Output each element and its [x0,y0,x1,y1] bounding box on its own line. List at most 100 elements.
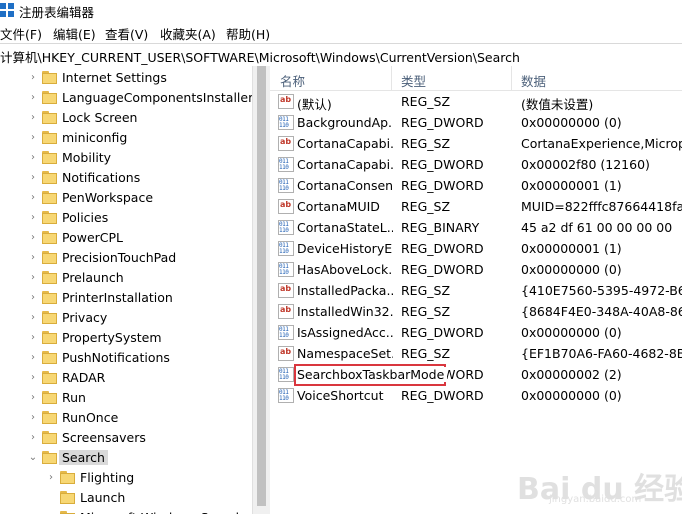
value-row[interactable]: 011 110 CortanaCapabi... REG_DWORD 0x00002f8… [270,154,682,175]
tree-item-label[interactable]: PrinterInstallation [62,290,173,305]
tree-item[interactable]: › Screensavers [0,428,252,448]
tree-item[interactable]: › Mobility [0,148,252,168]
tree-item-label[interactable]: Notifications [62,170,140,185]
chevron-down-icon[interactable]: ⌄ [28,452,38,464]
value-row[interactable]: 011 110 HasAboveLock... REG_DWORD 0x00000000… [270,259,682,280]
value-row[interactable]: ab (默认) REG_SZ (数值未设置) [270,91,682,112]
value-row[interactable]: 011110SearchboxTaskbarModeREG_DWORD0x000… [270,364,682,385]
tree-item-label[interactable]: Microsoft.Windows.Search [80,510,244,514]
tree-item[interactable]: › Notifications [0,168,252,188]
address-path[interactable]: 计算机\HKEY_CURRENT_USER\SOFTWARE\Microsoft… [0,47,520,66]
tree-item[interactable]: › Privacy [0,308,252,328]
chevron-right-icon[interactable]: › [28,72,38,84]
tree-item-label[interactable]: Privacy [62,310,107,325]
chevron-right-icon[interactable]: › [28,392,38,404]
value-row[interactable]: ab InstalledPacka... REG_SZ {410E7560-5395-… [270,280,682,301]
string-value-icon: ab [278,346,294,361]
tree-item[interactable]: ⌄ Search [0,448,252,468]
address-bar[interactable]: 计算机\HKEY_CURRENT_USER\SOFTWARE\Microsoft… [0,43,682,67]
chevron-right-icon[interactable]: › [28,372,38,384]
chevron-right-icon[interactable]: › [28,212,38,224]
column-header-data[interactable]: 数据 [521,71,546,90]
column-header-name[interactable]: 名称 [280,71,305,90]
tree-item-label[interactable]: RADAR [62,370,105,385]
tree-item[interactable]: › PrecisionTouchPad [0,248,252,268]
chevron-right-icon[interactable]: › [28,112,38,124]
tree-item[interactable]: › PowerCPL [0,228,252,248]
tree-item[interactable]: › PenWorkspace [0,188,252,208]
tree-item-label[interactable]: PrecisionTouchPad [62,250,176,265]
tree-item[interactable]: › Flighting [0,468,252,488]
value-row[interactable]: 011 110 CortanaConsent REG_DWORD 0x00000001 … [270,175,682,196]
chevron-right-icon[interactable]: › [28,252,38,264]
tree-item[interactable]: › LanguageComponentsInstaller [0,88,252,108]
menu-file[interactable]: 文件(F) [0,24,42,43]
tree-item-label[interactable]: PushNotifications [62,350,170,365]
tree-item[interactable]: › Prelaunch [0,268,252,288]
value-row[interactable]: 011 110 IsAssignedAcc... REG_DWORD 0x0000000… [270,322,682,343]
tree-item-label[interactable]: PropertySystem [62,330,162,345]
chevron-right-icon[interactable]: › [28,412,38,424]
tree-item[interactable]: › Lock Screen [0,108,252,128]
chevron-right-icon[interactable]: › [28,92,38,104]
tree-item-label[interactable]: Internet Settings [62,70,167,85]
menu-favorites[interactable]: 收藏夹(A) [160,24,216,43]
tree-item[interactable]: › RunOnce [0,408,252,428]
tree-item-label[interactable]: Screensavers [62,430,146,445]
value-row[interactable]: 011110DeviceHistoryE... REG_DWORD 0x000000… [270,238,682,259]
chevron-right-icon[interactable]: › [28,292,38,304]
column-header-type[interactable]: 类型 [401,71,426,90]
chevron-right-icon[interactable]: › [28,172,38,184]
tree-item[interactable]: › PropertySystem [0,328,252,348]
tree-item-label[interactable]: PowerCPL [62,230,123,245]
tree-item-label[interactable]: Search [59,450,108,465]
tree-item-label[interactable]: miniconfig [62,130,127,145]
value-row[interactable]: 011 110 CortanaStateL... REG_BINARY 45 a2 df… [270,217,682,238]
chevron-right-icon[interactable]: › [28,192,38,204]
tree-item[interactable]: › PrinterInstallation [0,288,252,308]
tree-item[interactable]: › Internet Settings [0,68,252,88]
tree-item[interactable]: › miniconfig [0,128,252,148]
tree-item[interactable]: › RADAR [0,368,252,388]
menu-help[interactable]: 帮助(H) [226,24,270,43]
tree-item[interactable]: ›Microsoft.Windows.Search [0,508,252,514]
tree-scrollbar-thumb[interactable] [257,66,266,506]
tree-item-label[interactable]: Run [62,390,86,405]
folder-icon [60,491,75,504]
folder-icon [42,151,57,164]
value-row[interactable]: 011 110 BackgroundAp... REG_DWORD 0x00000000… [270,112,682,133]
chevron-right-icon[interactable]: › [46,472,56,484]
value-row[interactable]: ab CortanaMUID REG_SZ MUID=822fffc87664418f… [270,196,682,217]
folder-icon [42,91,57,104]
tree-item-label[interactable]: LanguageComponentsInstaller [62,90,252,105]
tree-item-label[interactable]: Launch [80,490,125,505]
tree-scrollbar[interactable] [252,66,270,514]
tree-item-label[interactable]: Flighting [80,470,134,485]
chevron-right-icon[interactable]: › [28,432,38,444]
menu-view[interactable]: 查看(V) [105,24,148,43]
chevron-right-icon[interactable]: › [28,232,38,244]
tree-item[interactable]: Launch [0,488,252,508]
column-divider[interactable] [511,66,512,90]
value-row[interactable]: 011 110 VoiceShortcut REG_DWORD 0x00000000 (… [270,385,682,406]
chevron-right-icon[interactable]: › [28,132,38,144]
tree-item[interactable]: › Run [0,388,252,408]
chevron-right-icon[interactable]: › [28,352,38,364]
chevron-right-icon[interactable]: › [28,152,38,164]
tree-item[interactable]: › PushNotifications [0,348,252,368]
chevron-right-icon[interactable]: › [28,312,38,324]
menu-edit[interactable]: 编辑(E) [53,24,96,43]
value-row[interactable]: ab InstalledWin32... REG_SZ {8684F4E0-348A-… [270,301,682,322]
tree-item-label[interactable]: Lock Screen [62,110,137,125]
tree-item[interactable]: › Policies [0,208,252,228]
value-row[interactable]: ab CortanaCapabi... REG_SZ CortanaExperienc… [270,133,682,154]
tree-item-label[interactable]: Prelaunch [62,270,124,285]
tree-item-label[interactable]: Policies [62,210,108,225]
value-row[interactable]: ab NamespaceSet... REG_SZ {EF1B70A6-FA60-46… [270,343,682,364]
tree-item-label[interactable]: Mobility [62,150,111,165]
tree-item-label[interactable]: PenWorkspace [62,190,153,205]
chevron-right-icon[interactable]: › [28,332,38,344]
column-divider[interactable] [391,66,392,90]
tree-item-label[interactable]: RunOnce [62,410,118,425]
chevron-right-icon[interactable]: › [28,272,38,284]
